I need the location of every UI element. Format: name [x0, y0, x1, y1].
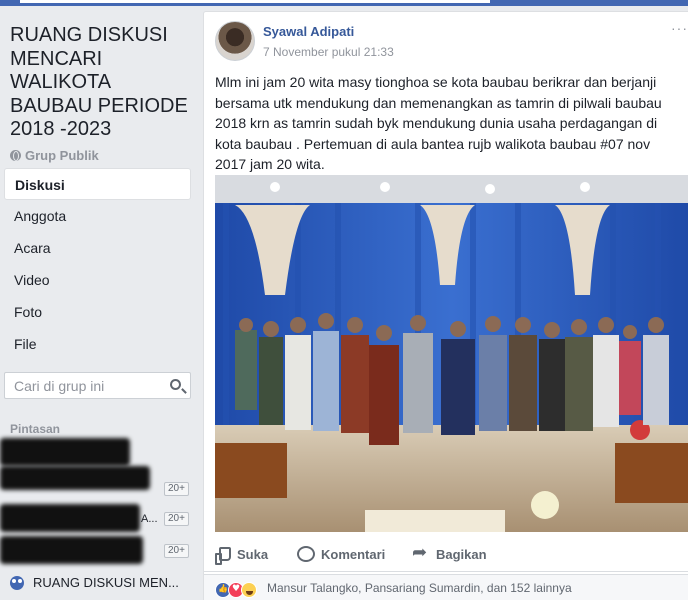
group-search-box: [4, 372, 191, 399]
redacted-shortcut: [0, 438, 130, 466]
author-avatar[interactable]: [215, 21, 255, 61]
post-actions-bar: Suka Komentari Bagikan: [204, 540, 688, 572]
shortcut-count-badge: 20+: [164, 482, 189, 496]
reaction-icons: [215, 582, 267, 598]
feed-post: Syawal Adipati 7 November pukul 21:33 ··…: [203, 11, 688, 600]
group-title[interactable]: RUANG DISKUSI MENCARI WALIKOTA BAUBAU PE…: [10, 24, 195, 142]
nav-item-video[interactable]: Video: [4, 264, 191, 296]
post-text: Mlm ini jam 20 wita masy tionghoa se kot…: [215, 74, 662, 173]
nav-item-foto[interactable]: Foto: [4, 296, 191, 328]
group-sidebar: RUANG DISKUSI MENCARI WALIKOTA BAUBAU PE…: [0, 6, 200, 600]
share-icon: [412, 542, 430, 563]
shortcut-item[interactable]: 20+: [0, 536, 195, 566]
shortcut-item[interactable]: 20+: [0, 438, 195, 496]
reaction-haha-icon: [241, 582, 257, 598]
post-timestamp[interactable]: 7 November pukul 21:33: [263, 45, 394, 59]
shortcut-count-badge: 20+: [164, 512, 189, 526]
comment-icon: [297, 546, 315, 562]
top-search-strip[interactable]: [20, 0, 490, 3]
shortcut-count-badge: 20+: [164, 544, 189, 558]
nav-item-diskusi[interactable]: Diskusi: [4, 168, 191, 200]
reactions-names[interactable]: Mansur Talangko, Pansariang Sumardin, da…: [267, 581, 572, 595]
like-button[interactable]: Suka: [215, 542, 268, 566]
group-privacy-label: Grup Publik: [10, 148, 99, 163]
like-icon: [215, 547, 231, 565]
group-type-text: Grup Publik: [25, 148, 99, 163]
shortcut-label-fragment: A...: [141, 513, 158, 525]
share-label: Bagikan: [436, 546, 487, 562]
more-options-icon[interactable]: ···: [671, 20, 688, 36]
post-photo[interactable]: [215, 175, 688, 532]
shortcuts-heading: Pintasan: [10, 422, 61, 436]
current-group-label: RUANG DISKUSI MEN...: [33, 575, 179, 590]
current-group-shortcut[interactable]: RUANG DISKUSI MEN...: [10, 575, 179, 590]
group-photo-image: [215, 175, 688, 532]
shortcut-item[interactable]: A... 20+: [0, 504, 195, 534]
share-button[interactable]: Bagikan: [412, 542, 487, 566]
nav-item-file[interactable]: File: [4, 328, 191, 360]
redacted-shortcut: [0, 504, 140, 532]
search-icon[interactable]: [170, 379, 181, 390]
like-label: Suka: [237, 546, 269, 562]
redacted-shortcut: [0, 466, 150, 490]
nav-item-acara[interactable]: Acara: [4, 232, 191, 264]
globe-icon: [10, 150, 21, 161]
post-author-name[interactable]: Syawal Adipati: [263, 24, 354, 39]
group-navigation: Diskusi Anggota Acara Video Foto File: [4, 168, 191, 360]
reactions-summary[interactable]: Mansur Talangko, Pansariang Sumardin, da…: [204, 574, 688, 600]
nav-item-anggota[interactable]: Anggota: [4, 200, 191, 232]
group-icon: [10, 575, 24, 590]
comment-label: Komentari: [321, 546, 386, 562]
comment-button[interactable]: Komentari: [297, 542, 385, 566]
group-search-input[interactable]: [5, 373, 155, 398]
redacted-shortcut: [0, 536, 143, 564]
